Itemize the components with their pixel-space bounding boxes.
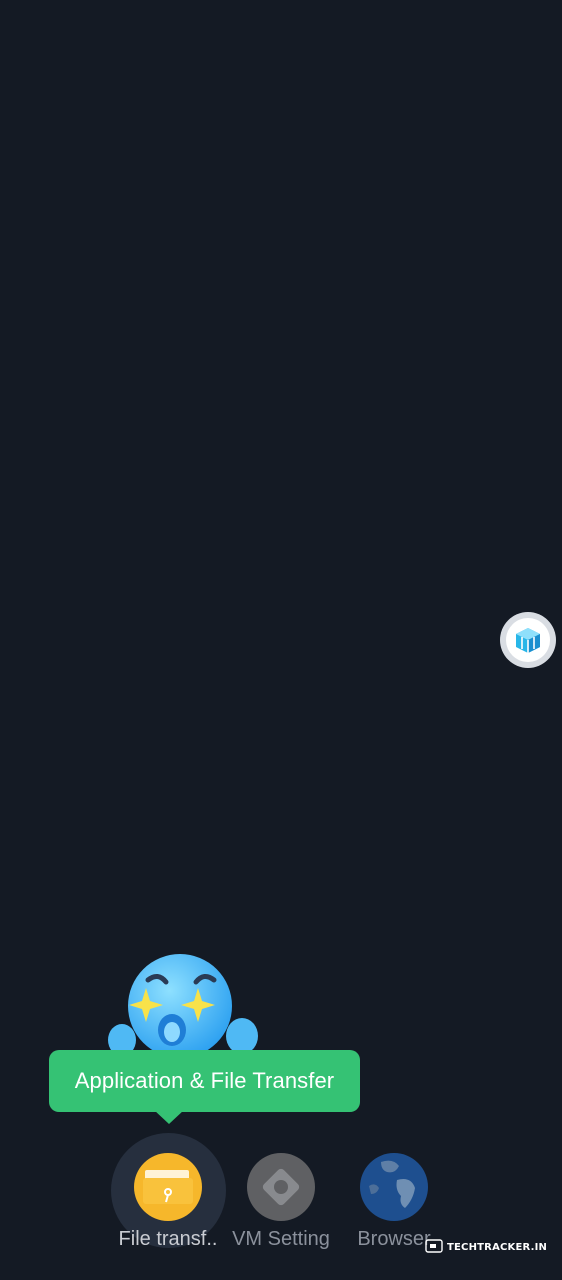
floating-vm-button[interactable]	[500, 612, 556, 668]
tooltip-arrow	[154, 1110, 184, 1124]
dock-item-vm-setting[interactable]: VM Setting	[223, 1132, 339, 1272]
dock-item-file-transfer[interactable]: File transf..	[110, 1132, 226, 1272]
mascot-icon	[100, 952, 270, 1062]
watermark-logo-icon	[425, 1238, 443, 1256]
tooltip-text: Application & File Transfer	[74, 1068, 335, 1093]
gear-icon	[246, 1152, 316, 1222]
folder-icon	[133, 1152, 203, 1222]
watermark-text: TECHTRACKER.IN	[447, 1241, 548, 1253]
dock-label-vm-setting: VM Setting	[232, 1228, 330, 1250]
watermark: TECHTRACKER.IN	[425, 1238, 548, 1256]
tooltip: Application & File Transfer	[49, 1050, 360, 1112]
globe-icon	[359, 1152, 429, 1222]
dock-label-file-transfer: File transf..	[118, 1228, 218, 1250]
cube-icon	[506, 618, 550, 662]
